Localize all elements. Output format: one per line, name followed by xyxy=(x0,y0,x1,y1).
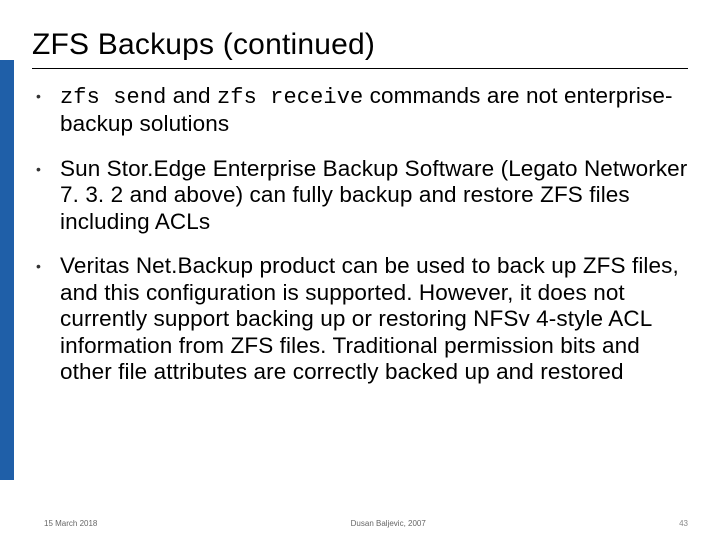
code-text: zfs receive xyxy=(217,85,363,110)
body-text: and xyxy=(166,83,217,108)
slide-content: ZFS Backups (continued) zfs send and zfs… xyxy=(0,0,720,540)
footer-page-number: 43 xyxy=(679,519,688,528)
slide-title: ZFS Backups (continued) xyxy=(32,28,688,62)
bullet-item: zfs send and zfs receive commands are no… xyxy=(32,83,688,138)
footer-author: Dusan Baljevic, 2007 xyxy=(97,519,679,528)
slide-footer: 15 March 2018 Dusan Baljevic, 2007 43 xyxy=(0,519,720,528)
bullet-item: Sun Stor.Edge Enterprise Backup Software… xyxy=(32,156,688,236)
bullet-list: zfs send and zfs receive commands are no… xyxy=(32,83,688,386)
body-text: Sun Stor.Edge Enterprise Backup Software… xyxy=(60,156,687,234)
body-text: Veritas Net.Backup product can be used t… xyxy=(60,253,679,384)
footer-date: 15 March 2018 xyxy=(44,519,97,528)
code-text: zfs send xyxy=(60,85,166,110)
title-underline xyxy=(32,68,688,69)
bullet-item: Veritas Net.Backup product can be used t… xyxy=(32,253,688,386)
